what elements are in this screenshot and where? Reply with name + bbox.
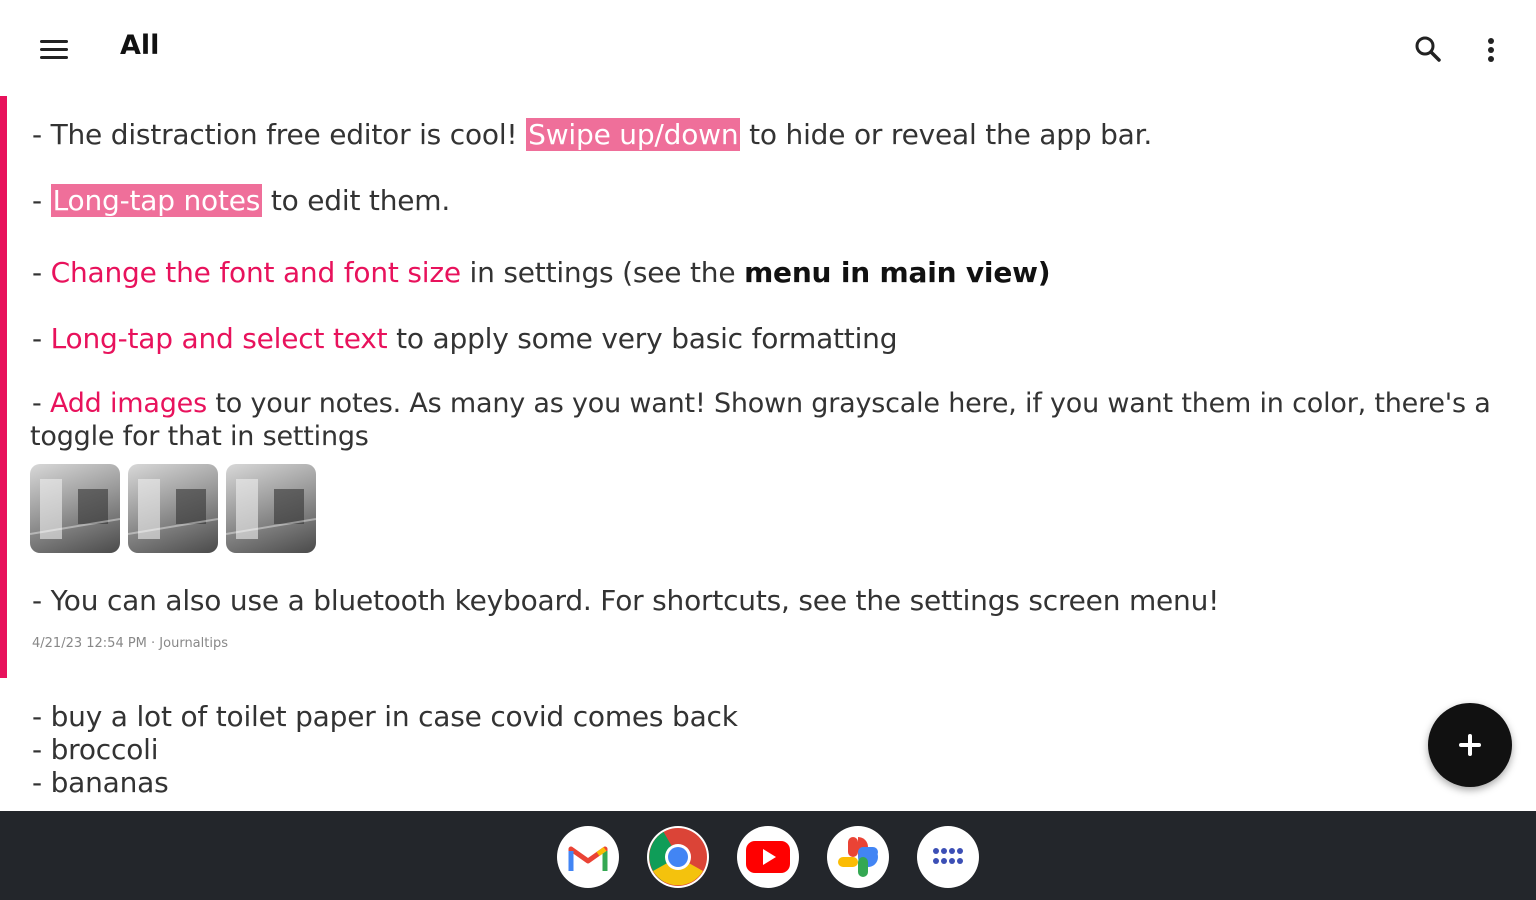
line-text: -	[32, 256, 51, 289]
search-icon[interactable]	[1404, 28, 1452, 72]
photos-icon[interactable]	[827, 826, 889, 888]
bold-text: menu in main view)	[744, 256, 1051, 289]
app-launcher-icon[interactable]	[917, 826, 979, 888]
note-line: - The distraction free editor is cool! S…	[32, 118, 1152, 151]
note-card[interactable]: - The distraction free editor is cool! S…	[0, 96, 1536, 678]
line-text: to your notes. As many as you want! Show…	[206, 388, 1491, 419]
note-line: - Long-tap and select text to apply some…	[32, 322, 897, 355]
line-text: -	[32, 322, 51, 355]
note-line: - Add images to your notes. As many as y…	[32, 388, 1491, 419]
line-text: in settings (see the	[460, 256, 745, 289]
chrome-icon[interactable]	[647, 826, 709, 888]
note-line: - Long-tap notes to edit them.	[32, 184, 450, 217]
line-text: to edit them.	[262, 184, 451, 217]
colored-text: Add images	[49, 388, 207, 419]
app-bar: All	[0, 0, 1536, 96]
note-image-thumbnail[interactable]	[30, 464, 120, 553]
note-line: - Change the font and font size in setti…	[32, 256, 1051, 289]
highlight-text: Swipe up/down	[526, 118, 741, 151]
page-title: All	[120, 30, 160, 61]
list-item: - bananas	[32, 766, 169, 799]
taskbar	[0, 811, 1536, 900]
note-accent-bar	[0, 96, 7, 678]
note-card[interactable]: - buy a lot of toilet paper in case covi…	[0, 690, 1536, 810]
note-image-thumbnail[interactable]	[226, 464, 316, 553]
more-vert-icon[interactable]	[1472, 28, 1512, 72]
list-item: - buy a lot of toilet paper in case covi…	[32, 700, 738, 733]
note-line: toggle for that in settings	[30, 421, 369, 452]
gmail-icon[interactable]	[557, 826, 619, 888]
hamburger-menu-icon[interactable]	[32, 30, 76, 70]
colored-text: Long-tap and select text	[50, 322, 388, 355]
line-text: - The distraction free editor is cool!	[32, 118, 527, 151]
colored-text: Change the font and font size	[50, 256, 461, 289]
list-item: - broccoli	[32, 733, 159, 766]
line-text: to apply some very basic formatting	[387, 322, 898, 355]
line-text: to hide or reveal the app bar.	[740, 118, 1153, 151]
highlight-text: Long-tap notes	[50, 184, 263, 217]
note-timestamp: 4/21/23 12:54 PM · Journaltips	[32, 636, 228, 651]
line-text: -	[32, 184, 51, 217]
add-note-button[interactable]	[1428, 703, 1512, 787]
line-text: -	[32, 388, 50, 419]
note-line: - You can also use a bluetooth keyboard.…	[32, 584, 1220, 617]
youtube-icon[interactable]	[737, 826, 799, 888]
note-image-thumbnail[interactable]	[128, 464, 218, 553]
